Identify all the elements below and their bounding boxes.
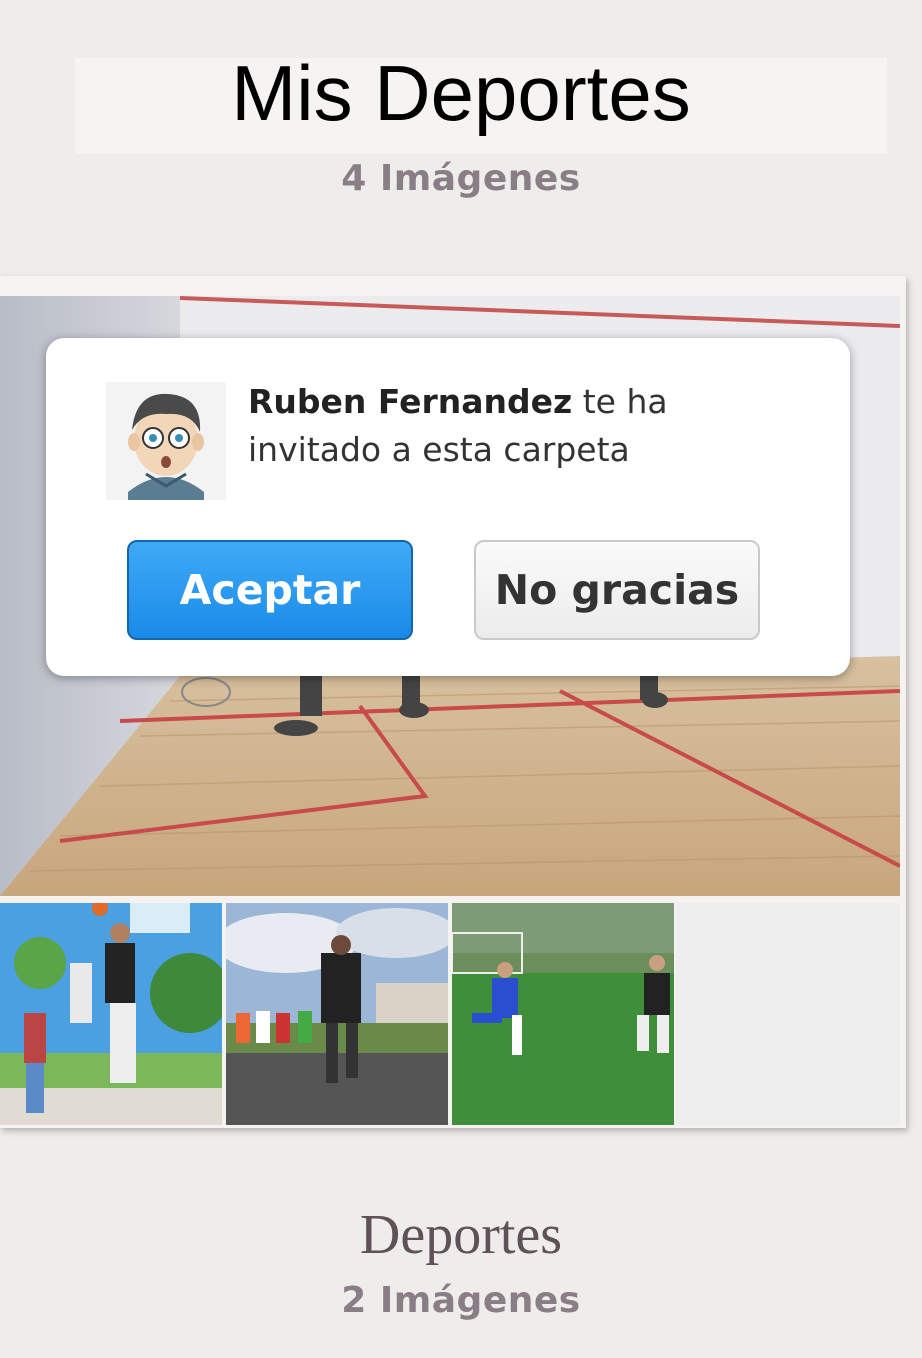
second-folder-image-count: 2 Imágenes	[341, 1280, 581, 1321]
running-race-thumb[interactable]	[226, 903, 448, 1125]
folder-title: Mis Deportes	[231, 49, 691, 137]
cartoon-boy-avatar-icon	[106, 382, 226, 500]
invitation-message: Ruben Fernandez te ha invitado a esta ca…	[248, 378, 808, 474]
invitation-dialog: Ruben Fernandez te ha invitado a esta ca…	[46, 338, 850, 676]
inviter-name: Ruben Fernandez	[248, 382, 573, 421]
basketball-thumb[interactable]	[0, 903, 222, 1125]
soccer-thumb[interactable]	[452, 903, 674, 1125]
second-folder-title[interactable]: Deportes	[0, 1203, 922, 1267]
folder-image-count: 4 Imágenes	[341, 158, 581, 199]
accept-button[interactable]: Aceptar	[127, 540, 413, 640]
decline-button[interactable]: No gracias	[474, 540, 760, 640]
empty-thumb-slot	[676, 903, 900, 1125]
